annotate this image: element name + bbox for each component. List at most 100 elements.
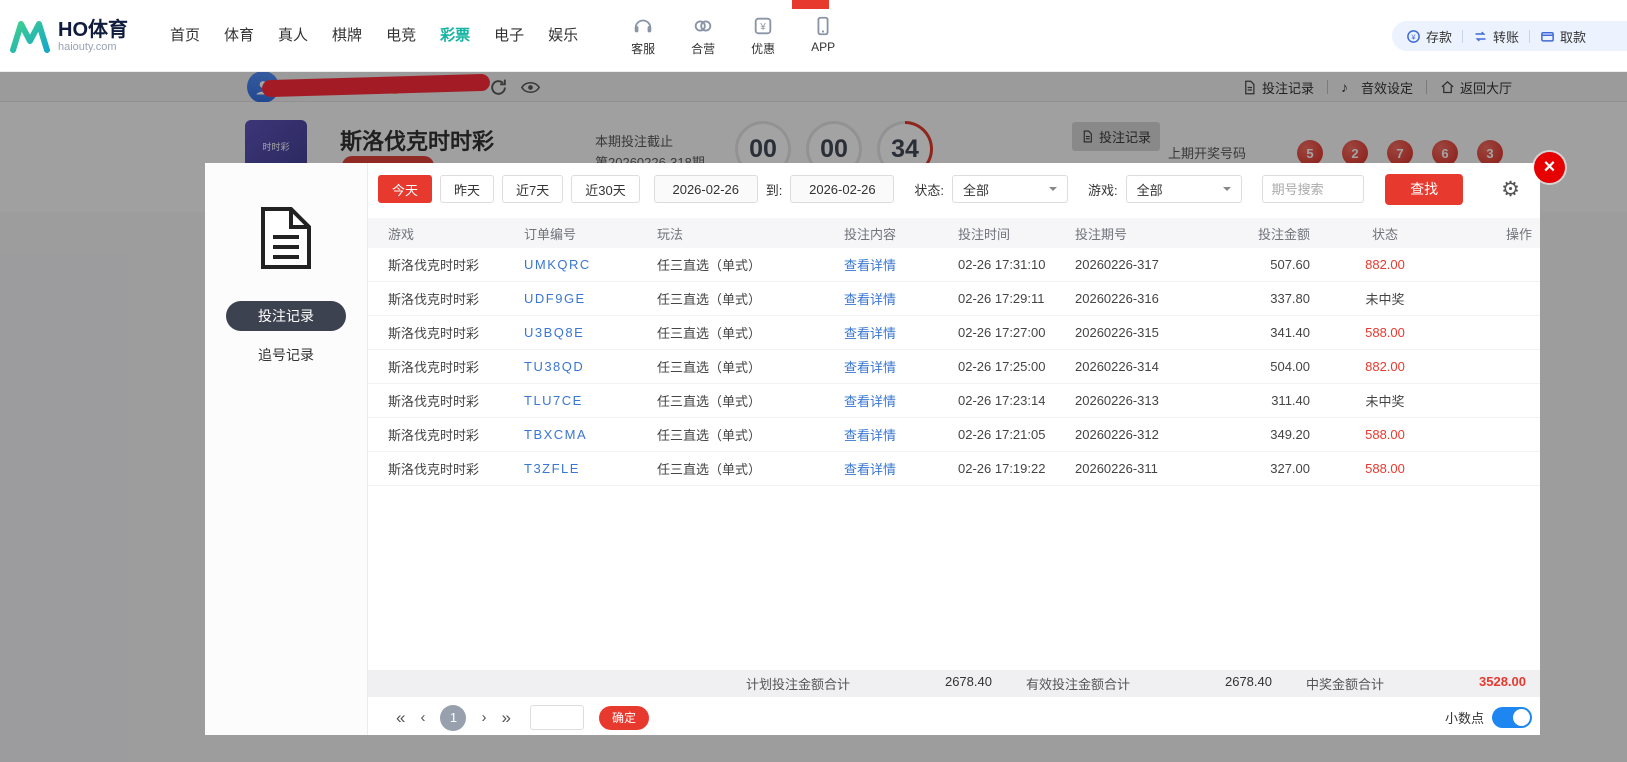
nav-item[interactable]: 电竞 <box>386 0 416 72</box>
date-to-input[interactable] <box>790 175 895 203</box>
cell-play-type: 任三直选（单式） <box>657 292 762 307</box>
records-sidebar: 投注记录 追号记录 <box>205 163 368 735</box>
cell-status: 未中奖 <box>1365 292 1405 307</box>
cell-order-number[interactable]: TU38QD <box>524 359 657 374</box>
cell-period: 20260226-311 <box>1075 461 1158 476</box>
table-row: 斯洛伐克时时彩 TBXCMA 任三直选（单式） 查看详情 02-26 17:21… <box>368 418 1540 452</box>
quick-links: 客服 合营 ¥ 优惠 APP <box>620 15 846 57</box>
prev-page-button[interactable]: ‹ <box>420 710 425 725</box>
close-modal-button[interactable]: × <box>1534 152 1565 183</box>
records-document-icon <box>261 207 311 269</box>
cell-bet-content-link[interactable]: 查看详情 <box>844 255 958 274</box>
summary-item: 中奖金额合计 3528.00 <box>1306 674 1526 693</box>
summary-value: 2678.40 <box>1224 674 1272 689</box>
nav-item[interactable]: 娱乐 <box>548 0 578 72</box>
current-page-button[interactable]: 1 <box>440 704 467 731</box>
cell-bet-content-link[interactable]: 查看详情 <box>844 459 958 478</box>
decimal-toggle-group: 小数点 <box>1445 707 1532 728</box>
cell-game: 斯洛伐克时时彩 <box>388 360 480 375</box>
table-row: 斯洛伐克时时彩 UMKQRC 任三直选（单式） 查看详情 02-26 17:31… <box>368 248 1540 282</box>
transfer-button[interactable]: 转账 <box>1473 27 1519 46</box>
cell-play-type: 任三直选（单式） <box>657 258 762 273</box>
cell-period: 20260226-313 <box>1075 393 1159 408</box>
to-label: 到: <box>765 182 783 198</box>
quick-link-promo[interactable]: ¥ 优惠 <box>740 15 786 57</box>
page-confirm-button[interactable]: 确定 <box>598 705 649 730</box>
summary-label: 有效投注金额合计 <box>1025 677 1130 692</box>
next-page-button[interactable]: › <box>481 710 486 725</box>
cell-game: 斯洛伐克时时彩 <box>388 462 480 477</box>
cell-game: 斯洛伐克时时彩 <box>388 258 480 273</box>
cell-period: 20260226-316 <box>1075 291 1159 306</box>
nav-item[interactable]: 首页 <box>170 0 200 72</box>
nav-item[interactable]: 彩票 <box>440 0 470 72</box>
cell-game: 斯洛伐克时时彩 <box>388 292 480 307</box>
cell-bet-content-link[interactable]: 查看详情 <box>844 357 958 376</box>
brand-name: HO体育 <box>58 18 128 41</box>
deposit-icon: ¥ <box>1407 29 1420 43</box>
svg-text:¥: ¥ <box>1411 32 1416 41</box>
withdraw-button[interactable]: 取款 <box>1540 27 1586 46</box>
quick-range-button[interactable]: 近7天 <box>502 175 564 203</box>
page-number-input[interactable] <box>529 705 584 730</box>
quick-link-label: 客服 <box>631 41 656 56</box>
cell-order-number[interactable]: T3ZFLE <box>524 461 657 476</box>
table-row: 斯洛伐克时时彩 T3ZFLE 任三直选（单式） 查看详情 02-26 17:19… <box>368 452 1540 486</box>
game-select-value: 全部 <box>1136 182 1163 198</box>
quick-link-service[interactable]: 客服 <box>620 15 666 57</box>
period-search-input[interactable] <box>1261 175 1364 203</box>
nav-item[interactable]: 体育 <box>224 0 254 72</box>
cell-bet-content-link[interactable]: 查看详情 <box>844 323 958 342</box>
nav-item[interactable]: 真人 <box>278 0 308 72</box>
cell-bet-content-link[interactable]: 查看详情 <box>844 289 958 308</box>
deposit-button[interactable]: ¥ 存款 <box>1406 27 1452 46</box>
chevron-down-icon <box>1048 187 1057 195</box>
screen: HO体育 haiouty.com 首页 体育 真人 棋牌 电竞 彩票 电子 娱乐 <box>0 0 1627 762</box>
status-label: 状态: <box>914 182 944 198</box>
pagination-bar: « ‹ 1 › » 确定 小数点 <box>368 700 1540 735</box>
cell-bet-time: 02-26 17:23:14 <box>958 393 1046 408</box>
date-from-input[interactable] <box>653 175 758 203</box>
quick-link-partner[interactable]: 合营 <box>680 15 726 57</box>
status-select[interactable]: 全部 <box>951 175 1068 203</box>
cell-bet-content-link[interactable]: 查看详情 <box>844 425 958 444</box>
cell-order-number[interactable]: TLU7CE <box>524 393 657 408</box>
cell-order-number[interactable]: UMKQRC <box>524 257 657 272</box>
sidebar-item-bet-records[interactable]: 投注记录 <box>226 301 346 331</box>
col-game: 游戏 <box>388 226 415 242</box>
decimal-toggle[interactable] <box>1492 707 1532 728</box>
promo-icon: ¥ <box>754 17 772 34</box>
quick-range-button[interactable]: 今天 <box>378 175 433 203</box>
nav-item[interactable]: 棋牌 <box>332 0 362 72</box>
cell-amount: 507.60 <box>1270 257 1310 272</box>
top-red-strip <box>792 0 829 9</box>
nav-item[interactable]: 电子 <box>494 0 524 72</box>
cell-order-number[interactable]: TBXCMA <box>524 427 657 442</box>
quick-range-button[interactable]: 昨天 <box>440 175 495 203</box>
cell-period: 20260226-317 <box>1075 257 1159 272</box>
records-table-header: 游戏 订单编号 玩法 投注内容 投注时间 投注期号 投注金额 状态 操作 <box>368 218 1540 248</box>
last-page-button[interactable]: » <box>501 709 510 726</box>
game-select[interactable]: 全部 <box>1125 175 1242 203</box>
cell-status: 588.00 <box>1365 427 1405 442</box>
first-page-button[interactable]: « <box>396 709 405 726</box>
quick-link-label: 合营 <box>691 41 716 56</box>
divider <box>1529 29 1531 43</box>
cell-bet-time: 02-26 17:25:00 <box>958 359 1046 374</box>
search-button[interactable]: 查找 <box>1385 173 1464 205</box>
cell-play-type: 任三直选（单式） <box>657 428 762 443</box>
withdraw-icon <box>1541 31 1554 42</box>
quick-link-app[interactable]: APP <box>800 15 846 57</box>
site-logo[interactable]: HO体育 haiouty.com <box>10 19 158 53</box>
cell-bet-content-link[interactable]: 查看详情 <box>844 391 958 410</box>
gear-icon[interactable]: ⚙ <box>1501 179 1520 200</box>
cell-order-number[interactable]: UDF9GE <box>524 291 657 306</box>
sidebar-item-chase-records[interactable]: 追号记录 <box>205 345 367 365</box>
game-label: 游戏: <box>1087 182 1118 198</box>
cell-status: 882.00 <box>1365 359 1405 374</box>
cell-amount: 349.20 <box>1270 427 1310 442</box>
cell-order-number[interactable]: U3BQ8E <box>524 325 657 340</box>
quick-range-button[interactable]: 近30天 <box>571 175 640 203</box>
bet-records-modal: 今天昨天近7天近30天 到: 状态: 全部 游戏: 全部 查找 ⚙ 游戏 订单编… <box>368 163 1540 735</box>
logo-mark-icon <box>10 20 50 53</box>
